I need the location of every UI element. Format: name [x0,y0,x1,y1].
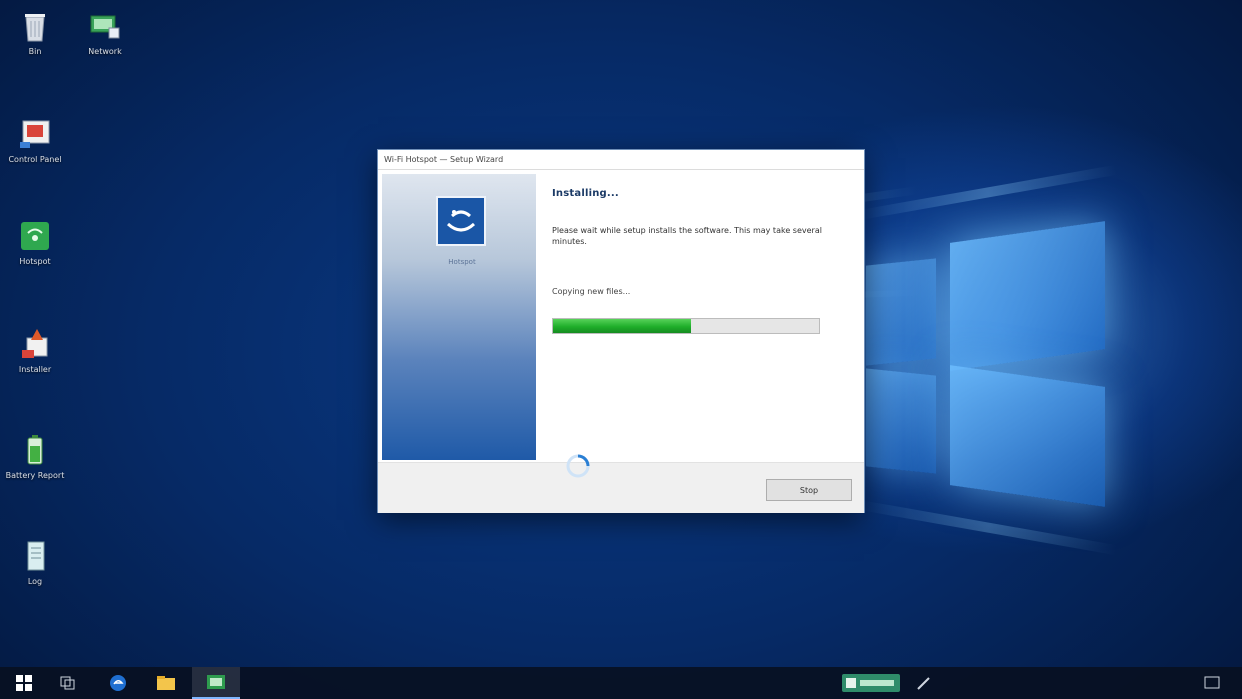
progress-status: Copying new files... [552,287,631,296]
desktop-icon-installer[interactable]: Installer [0,326,70,375]
desktop-icon-battery-report[interactable]: Battery Report [0,432,70,481]
pen-tray-item[interactable] [914,674,934,692]
installer-footer: Stop [378,462,864,513]
installer-side-panel: Hotspot [382,174,536,460]
task-view-icon [60,676,75,690]
desktop-icon-hotspot[interactable]: Hotspot [0,218,70,267]
installer-content: Installing... Please wait while setup in… [552,188,842,334]
installer-window: Wi-Fi Hotspot — Setup Wizard Hotspot Ins… [378,150,864,513]
installer-icon [17,326,53,362]
hotspot-icon [17,218,53,254]
desktop-icon-label: Installer [18,365,52,374]
side-caption: Hotspot [448,258,476,266]
desktop-icon-log[interactable]: Log [0,538,70,587]
recycle-bin-icon [17,8,53,44]
desktop-icon-label: Log [27,577,43,586]
desktop-icon-label: Hotspot [19,257,51,266]
desktop-icon-control-panel[interactable]: Control Panel [0,116,70,165]
desktop: Bin Network Control Panel Hotspot Instal… [0,0,1242,699]
window-title[interactable]: Wi-Fi Hotspot — Setup Wizard [378,150,864,170]
pen-icon [917,677,930,690]
file-explorer-button[interactable] [142,667,190,699]
desktop-icon-label: Battery Report [5,471,65,480]
log-file-icon [17,538,53,574]
notifications-button[interactable] [1202,674,1222,692]
notifications-icon [1204,676,1220,689]
start-button[interactable] [0,667,48,699]
busy-spinner-icon [564,452,592,480]
progress-fill [553,319,692,333]
stop-button[interactable]: Stop [766,479,852,501]
page-heading: Installing... [552,188,619,199]
edge-browser-icon [110,675,126,691]
desktop-icon-label: Control Panel [8,155,62,164]
desktop-icon-network[interactable]: Network [70,8,140,57]
edge-browser-button[interactable] [94,667,142,699]
installer-taskbar-icon [207,675,225,689]
progress-bar [552,318,820,334]
desktop-icon-bin[interactable]: Bin [0,8,70,57]
network-icon [87,8,123,44]
desktop-icon-label: Network [88,47,122,56]
network-tray-icon [846,678,894,688]
task-view-button[interactable] [44,667,92,699]
file-explorer-icon [157,676,175,690]
installer-taskbar-button[interactable] [192,667,240,699]
start-icon [16,675,32,691]
control-panel-icon [17,116,53,152]
product-logo-icon [436,196,486,246]
battery-icon [17,432,53,468]
page-description: Please wait while setup installs the sof… [552,226,822,246]
taskbar [0,667,1242,699]
network-tray-item[interactable] [842,674,900,692]
desktop-icon-label: Bin [28,47,42,56]
